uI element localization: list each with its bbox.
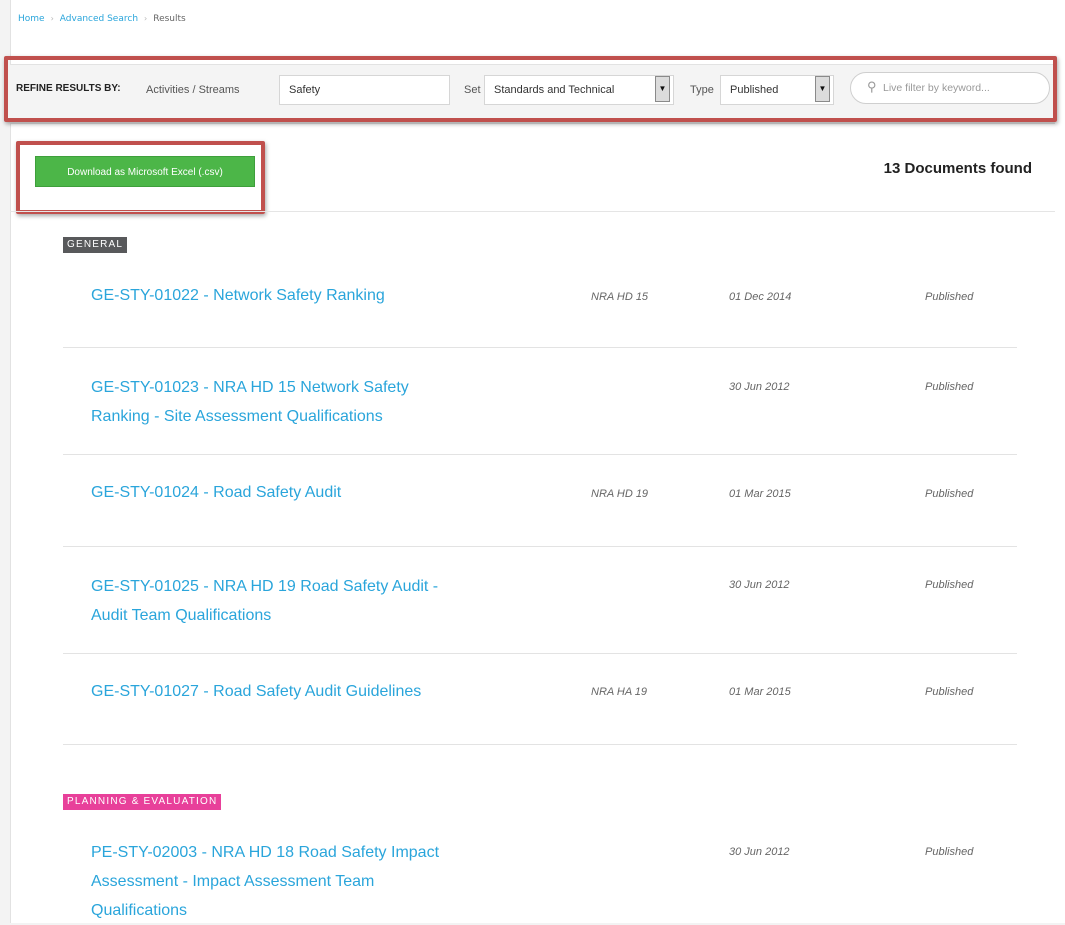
document-title-link[interactable]: PE-STY-02003 - NRA HD 18 Road Safety Imp… xyxy=(91,838,439,925)
document-status: Published xyxy=(925,381,974,393)
document-title-link[interactable]: GE-STY-01027 - Road Safety Audit Guideli… xyxy=(91,677,421,706)
breadcrumb-separator: › xyxy=(50,14,54,23)
document-title-link[interactable]: GE-STY-01025 - NRA HD 19 Road Safety Aud… xyxy=(91,572,438,630)
document-date: 01 Mar 2015 xyxy=(729,488,791,500)
document-date: 01 Dec 2014 xyxy=(729,291,792,303)
divider xyxy=(10,211,1055,212)
section-badge-planning-evaluation: PLANNING & EVALUATION xyxy=(63,794,222,810)
document-status: Published xyxy=(925,686,974,698)
document-date: 30 Jun 2012 xyxy=(729,381,790,393)
row-divider xyxy=(63,653,1017,654)
breadcrumb: Home › Advanced Search › Results xyxy=(18,14,186,24)
document-status: Published xyxy=(925,846,974,858)
document-date: 01 Mar 2015 xyxy=(729,686,791,698)
breadcrumb-home-link[interactable]: Home xyxy=(18,14,45,24)
document-title-link[interactable]: GE-STY-01023 - NRA HD 15 Network Safety R… xyxy=(91,373,409,431)
document-date: 30 Jun 2012 xyxy=(729,579,790,591)
refine-highlight-box xyxy=(4,56,1057,122)
document-status: Published xyxy=(925,291,974,303)
row-divider xyxy=(63,744,1017,745)
breadcrumb-current: Results xyxy=(153,14,186,24)
document-ref: NRA HD 15 xyxy=(591,291,649,303)
row-divider xyxy=(63,546,1017,547)
breadcrumb-separator: › xyxy=(144,14,148,23)
document-title-link[interactable]: GE-STY-01024 - Road Safety Audit xyxy=(91,478,341,507)
document-ref: NRA HD 19 xyxy=(591,488,649,500)
results-page xyxy=(10,0,1065,923)
row-divider xyxy=(63,347,1017,348)
document-status: Published xyxy=(925,579,974,591)
row-divider xyxy=(63,454,1017,455)
download-highlight-box xyxy=(16,141,265,214)
section-badge-general: GENERAL xyxy=(63,237,128,253)
document-date: 30 Jun 2012 xyxy=(729,846,790,858)
breadcrumb-advanced-search-link[interactable]: Advanced Search xyxy=(60,14,138,24)
results-count: 13 Documents found xyxy=(883,160,1032,177)
document-status: Published xyxy=(925,488,974,500)
document-ref: NRA HA 19 xyxy=(591,686,648,698)
document-title-link[interactable]: GE-STY-01022 - Network Safety Ranking xyxy=(91,281,385,310)
